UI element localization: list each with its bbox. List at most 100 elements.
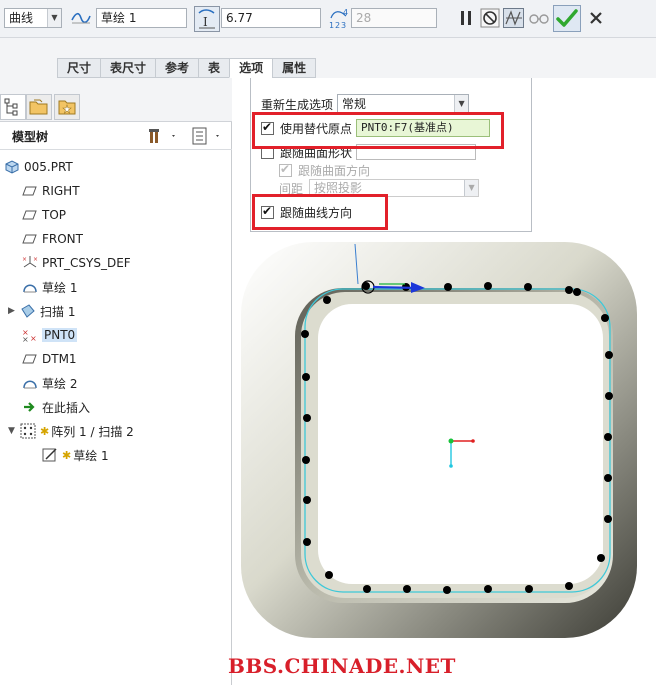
datum-plane-icon	[22, 354, 37, 364]
tree-node-label: PRT_CSYS_DEF	[42, 256, 131, 270]
follow-surface-dir-label: 跟随曲面方向	[298, 163, 371, 178]
svg-text:3: 3	[341, 21, 346, 30]
member-count-field[interactable]: 28	[351, 8, 437, 28]
cancel-button[interactable]	[586, 8, 606, 28]
chevron-down-icon: ▼	[454, 95, 469, 113]
tree-node-top[interactable]: TOP	[22, 204, 66, 226]
tree-node-sweep-1[interactable]: ▶ 扫描 1	[8, 300, 75, 322]
spacing-value: 6.77	[226, 11, 253, 25]
annotation-box-follow-curve	[252, 194, 388, 230]
tree-node-label: TOP	[42, 208, 67, 222]
svg-text:4: 4	[343, 8, 348, 17]
tree-node-label: FRONT	[42, 232, 83, 246]
tree-node-label: 扫描 1	[40, 304, 76, 319]
chevron-down-icon: ▼	[464, 180, 479, 196]
tree-node-label: RIGHT	[42, 184, 80, 198]
regen-dropdown[interactable]: 常规 ▼	[337, 94, 470, 114]
tree-node-insert-here[interactable]: 在此插入	[22, 396, 90, 418]
tree-node-dtm1[interactable]: DTM1	[22, 348, 77, 370]
close-icon	[590, 12, 602, 24]
tree-node-right[interactable]: RIGHT	[22, 180, 80, 202]
tab-table[interactable]: 表	[198, 58, 230, 78]
tree-node-label: 005.PRT	[24, 160, 73, 174]
expand-arrow-icon[interactable]: ▶	[8, 306, 18, 316]
svg-text:×: ×	[22, 256, 27, 263]
tab-dimensions[interactable]: 尺寸	[57, 58, 101, 78]
regen-value: 常规	[342, 97, 367, 111]
geometry-preview-button[interactable]	[503, 8, 524, 28]
svg-text:1: 1	[329, 21, 334, 30]
tree-node-label: 阵列 1 / 扫描 2	[51, 424, 134, 439]
in-work-star-icon: ✱	[40, 424, 50, 438]
spacing-mode-button[interactable]: I	[194, 6, 220, 32]
tree-node-sketch-child[interactable]: ✱ 草绘 1	[42, 444, 109, 466]
svg-text:×: ×	[33, 256, 38, 263]
regen-option-row: 重新生成选项 常规 ▼	[261, 94, 470, 114]
verify-preview-button[interactable]	[528, 8, 550, 28]
tree-node-sketch-1[interactable]: 草绘 1	[22, 276, 77, 298]
folder-browser-tab[interactable]	[26, 94, 52, 120]
chevron-down-icon: ▼	[47, 9, 61, 27]
pattern-type-dropdown[interactable]: 曲线 ▼	[4, 8, 62, 28]
sweep-icon	[21, 304, 35, 318]
tab-strip: 尺寸 表尺寸 参考 表 选项 属性	[57, 58, 317, 78]
tree-node-label: 草绘 2	[42, 376, 78, 391]
tree-node-label: PNT0	[42, 328, 78, 342]
spacing-dropdown-value: 按照投影	[314, 181, 363, 195]
spacing-icon: I	[198, 9, 215, 29]
tab-references[interactable]: 参考	[155, 58, 199, 78]
curve-wave-icon	[70, 8, 92, 30]
svg-text:2: 2	[335, 21, 340, 30]
no-preview-button[interactable]	[480, 8, 500, 28]
confirm-button[interactable]	[553, 5, 581, 32]
follow-surface-dir-checkbox[interactable]	[279, 162, 292, 177]
tree-show-button[interactable]	[190, 126, 222, 149]
tree-node-label: 草绘 1	[42, 280, 78, 295]
glasses-icon	[529, 14, 549, 24]
list-view-icon	[192, 127, 219, 145]
svg-text:×: ×	[30, 334, 37, 343]
tree-node-part[interactable]: 005.PRT	[4, 156, 73, 178]
tree-node-pattern-1[interactable]: ▼ ✱ 阵列 1 / 扫描 2	[8, 420, 134, 442]
model-tree-header: 模型树	[0, 122, 232, 150]
csys-icon: × ×	[22, 256, 38, 268]
tree-node-csys[interactable]: × × PRT_CSYS_DEF	[22, 252, 131, 274]
graphics-window[interactable]	[233, 232, 656, 685]
sketch-reference-field[interactable]: 草绘 1	[96, 8, 187, 28]
tree-node-sketch-2[interactable]: 草绘 2	[22, 372, 77, 394]
folder-icon	[29, 99, 48, 115]
dashboard-tabs: 尺寸 表尺寸 参考 表 选项 属性	[0, 38, 656, 78]
pause-button[interactable]	[456, 8, 476, 28]
tree-node-label: 在此插入	[42, 400, 91, 415]
svg-text:I: I	[203, 15, 208, 29]
collapse-arrow-icon[interactable]: ▼	[8, 426, 18, 436]
mesh-preview-icon	[503, 8, 524, 28]
tree-structure-icon	[4, 98, 18, 116]
tree-settings-button[interactable]	[148, 126, 178, 149]
tree-node-label: 草绘 1	[73, 448, 109, 463]
tree-node-front[interactable]: FRONT	[22, 228, 83, 250]
member-count-value: 28	[356, 11, 372, 25]
tab-properties[interactable]: 属性	[272, 58, 317, 78]
tree-node-pnt0[interactable]: × × × PNT0	[22, 324, 78, 346]
follow-surface-dir-row: 跟随曲面方向	[279, 160, 370, 180]
tab-options[interactable]: 选项	[229, 58, 273, 78]
spacing-value-field[interactable]: 6.77	[221, 8, 321, 28]
sweep-opening	[318, 304, 603, 584]
tab-table-dimensions[interactable]: 表尺寸	[100, 58, 156, 78]
no-preview-icon	[480, 8, 500, 28]
model-tree-tab[interactable]	[0, 94, 26, 120]
datum-plane-icon	[22, 186, 37, 196]
forum-watermark: BBS.CHINADE.NET	[228, 654, 456, 678]
pattern-type-value: 曲线	[9, 11, 34, 25]
favorites-tab[interactable]	[54, 94, 80, 120]
pause-icon	[461, 11, 471, 25]
annotation-box-alt-origin	[252, 112, 504, 149]
svg-text:×: ×	[22, 335, 29, 343]
sketch-icon	[23, 284, 37, 293]
datum-plane-icon	[22, 234, 37, 244]
datum-point-icon: ×××	[22, 328, 37, 343]
insert-here-icon	[24, 402, 35, 412]
datum-plane-icon	[22, 210, 37, 220]
tools-icon	[149, 129, 175, 143]
